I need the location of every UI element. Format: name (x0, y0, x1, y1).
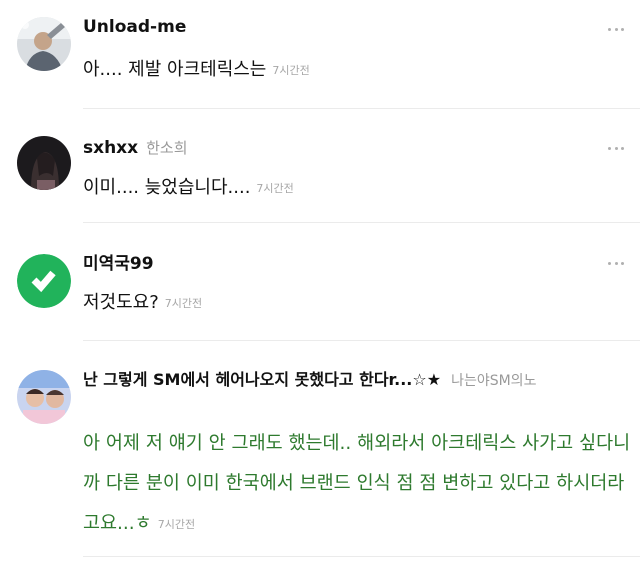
divider (83, 556, 640, 557)
comment-header: 난 그렇게 SM에서 헤어나오지 못했다고 한다r...☆★ 나는야SM의노 (83, 369, 626, 392)
sub-nickname: 한소희 (146, 139, 188, 157)
comment-time: 7시간전 (157, 518, 196, 531)
comment-header: 미역국99 (83, 253, 154, 275)
comment-time: 7시간전 (164, 297, 203, 310)
comment-header: sxhxx 한소희 (83, 137, 188, 159)
avatar[interactable] (17, 370, 71, 424)
comment-header: Unload-me (83, 16, 186, 38)
check-logo-icon (17, 254, 71, 308)
avatar[interactable] (17, 17, 71, 71)
comment-text-row: 저것도요? 7시간전 (83, 292, 202, 315)
comment-text: 이미.... 늦었습니다.... (83, 177, 251, 198)
more-options-icon[interactable] (608, 24, 624, 34)
sub-nickname: 나는야SM의노 (451, 373, 537, 389)
comment-time: 7시간전 (272, 64, 310, 77)
avatar[interactable] (17, 136, 71, 190)
comment-text: 아.... 제발 아크테릭스는 (83, 59, 267, 80)
nickname[interactable]: 미역국99 (83, 254, 154, 274)
comment-text-row: 아.... 제발 아크테릭스는 7시간전 (83, 59, 310, 82)
comment-text: 저것도요? (83, 292, 159, 313)
avatar[interactable] (17, 254, 71, 308)
divider (83, 108, 640, 109)
comment-time: 7시간전 (256, 182, 294, 195)
comment-text-row: 이미.... 늦었습니다.... 7시간전 (83, 177, 294, 200)
nickname[interactable]: 난 그렇게 SM에서 헤어나오지 못했다고 한다r...☆★ (83, 370, 441, 389)
more-options-icon[interactable] (608, 143, 624, 153)
divider (83, 222, 640, 223)
more-options-icon[interactable] (608, 258, 624, 268)
nickname[interactable]: sxhxx (83, 138, 138, 158)
comment-item: Unload-me 아.... 제발 아크테릭스는 7시간전 (0, 0, 640, 110)
nickname[interactable]: Unload-me (83, 17, 186, 37)
divider (83, 340, 640, 341)
comment-text-row: 아 어제 저 얘기 안 그래도 했는데.. 해외라서 아크테릭스 사가고 싶다니… (83, 424, 631, 545)
